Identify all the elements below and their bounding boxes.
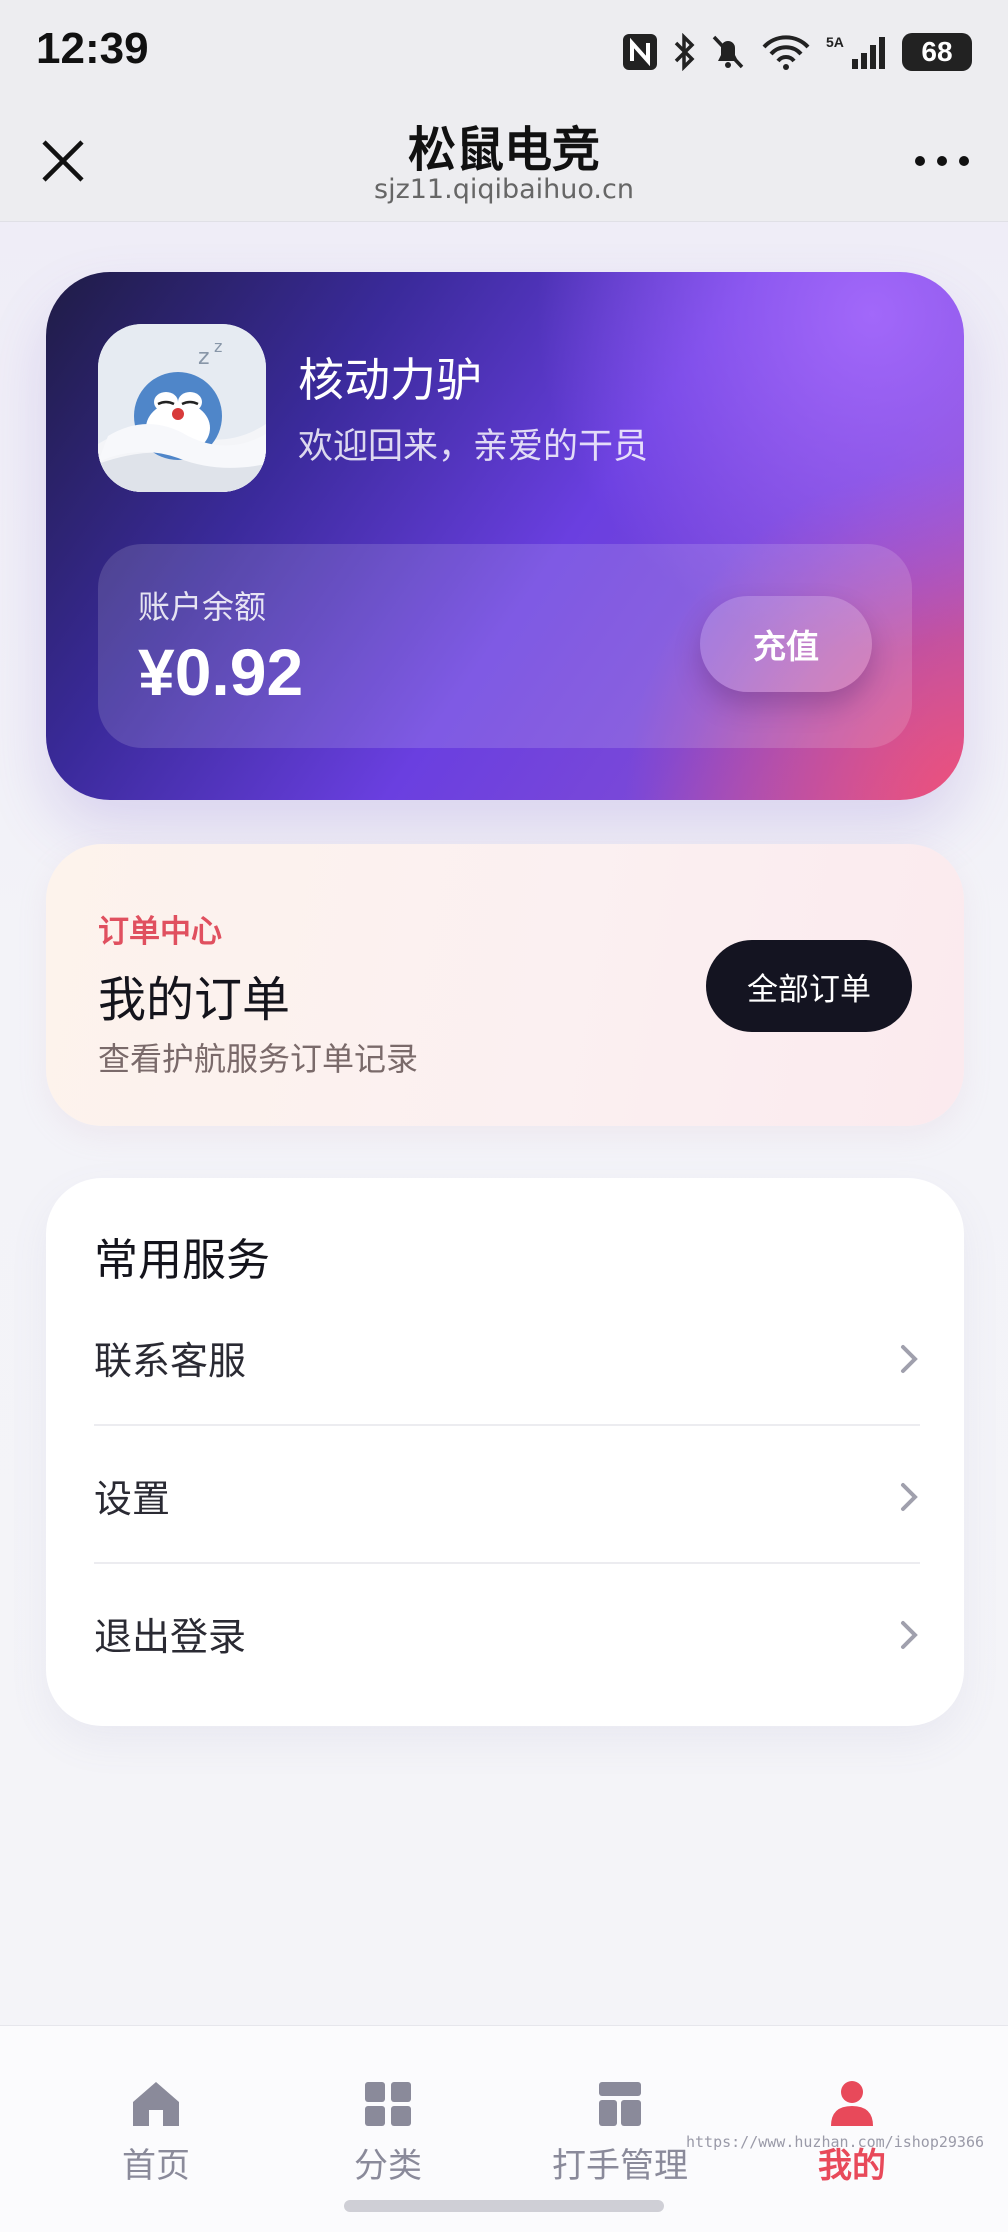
page-url: sjz11.qiqibaihuo.cn [374,174,634,205]
tab-label: 首页 [122,2146,190,2186]
tab-label: 分类 [354,2146,422,2186]
services-title: 常用服务 [94,1235,270,1286]
watermark: https://www.huzhan.com/ishop29366 [686,2133,985,2151]
service-item-logout[interactable]: 退出登录 [94,1564,920,1702]
grid-icon [361,2078,415,2130]
service-item-label: 联系客服 [94,1339,247,1383]
wifi-icon [760,33,812,71]
user-icon [825,2078,879,2130]
service-item-settings[interactable]: 设置 [94,1426,920,1564]
balance-panel: 账户余额 ¥0.92 充值 [98,544,912,748]
battery-icon: 68 [902,33,972,71]
service-item-contact-support[interactable]: 联系客服 [94,1288,920,1426]
balance-label: 账户余额 [138,588,267,626]
nav-bar: 松鼠电竞 sjz11.qiqibaihuo.cn [0,104,1008,222]
home-indicator[interactable] [344,2200,664,2212]
services-card: 常用服务 联系客服 设置 退出登录 [46,1178,964,1726]
signal-5a-icon: 5A [826,33,888,71]
balance-value: ¥0.92 [138,635,304,709]
status-time: 12:39 [36,24,149,73]
page-title: 松鼠电竞 [407,122,600,178]
svg-text:z: z [198,345,210,370]
main-content: z z 核动力驴 欢迎回来，亲爱的干员 账户余额 ¥0.92 充值 订单中心 我… [0,222,1008,2025]
svg-text:z: z [214,337,222,356]
status-bar: 12:39 5A 68 [0,0,1008,104]
profile-card: z z 核动力驴 欢迎回来，亲爱的干员 账户余额 ¥0.92 充值 [46,272,964,800]
nfc-icon [622,33,658,71]
order-center-tag: 订单中心 [98,914,222,950]
recharge-button[interactable]: 充值 [700,596,872,692]
user-name: 核动力驴 [298,353,482,407]
chevron-right-icon [898,1480,920,1514]
welcome-text: 欢迎回来，亲爱的干员 [298,427,649,467]
more-icon[interactable] [912,148,972,174]
order-title: 我的订单 [98,972,291,1028]
tab-category[interactable]: 分类 [288,2078,488,2198]
status-icons: 5A 68 [622,30,972,74]
tab-home[interactable]: 首页 [56,2078,256,2198]
order-description: 查看护航服务订单记录 [98,1040,419,1078]
service-item-label: 设置 [94,1477,171,1521]
mute-bell-icon [710,33,746,71]
all-orders-button[interactable]: 全部订单 [706,940,912,1032]
home-icon [129,2078,183,2130]
order-card[interactable]: 订单中心 我的订单 查看护航服务订单记录 全部订单 [46,844,964,1126]
chevron-right-icon [898,1618,920,1652]
service-item-label: 退出登录 [94,1615,247,1659]
bluetooth-icon [672,33,696,71]
layout-icon [593,2078,647,2130]
chevron-right-icon [898,1342,920,1376]
svg-text:5A: 5A [826,34,844,50]
avatar[interactable]: z z [98,324,266,492]
